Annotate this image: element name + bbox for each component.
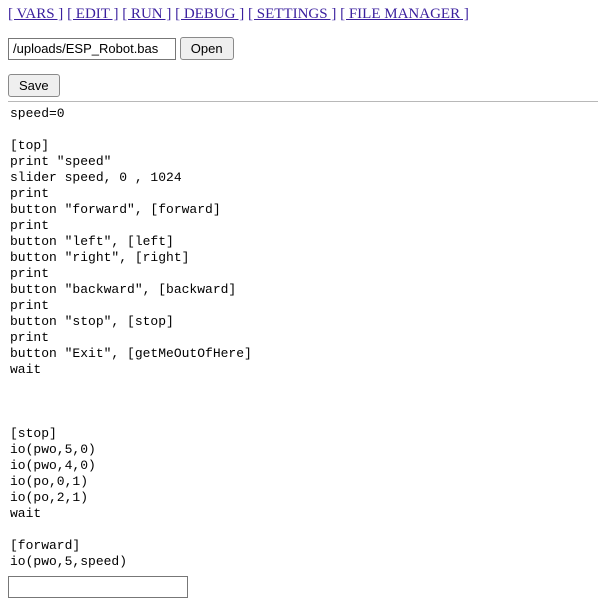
- nav-run-link[interactable]: [ RUN ]: [122, 6, 171, 22]
- nav-debug-link[interactable]: [ DEBUG ]: [175, 6, 244, 22]
- nav-settings-link[interactable]: [ SETTINGS ]: [248, 6, 336, 22]
- code-editor[interactable]: speed=0 [top] print "speed" slider speed…: [10, 106, 596, 570]
- file-row: Open: [8, 37, 598, 60]
- nav-bar: [ VARS ] [ EDIT ] [ RUN ] [ DEBUG ] [ SE…: [8, 6, 598, 23]
- nav-vars-link[interactable]: [ VARS ]: [8, 6, 63, 22]
- bottom-input-row: [8, 576, 598, 598]
- nav-edit-link[interactable]: [ EDIT ]: [67, 6, 118, 22]
- open-button[interactable]: Open: [180, 37, 234, 60]
- editor-frame: speed=0 [top] print "speed" slider speed…: [8, 101, 598, 570]
- save-button[interactable]: Save: [8, 74, 60, 97]
- command-input[interactable]: [8, 576, 188, 598]
- nav-filemanager-link[interactable]: [ FILE MANAGER ]: [340, 6, 469, 22]
- file-path-input[interactable]: [8, 38, 176, 60]
- save-row: Save: [8, 74, 598, 97]
